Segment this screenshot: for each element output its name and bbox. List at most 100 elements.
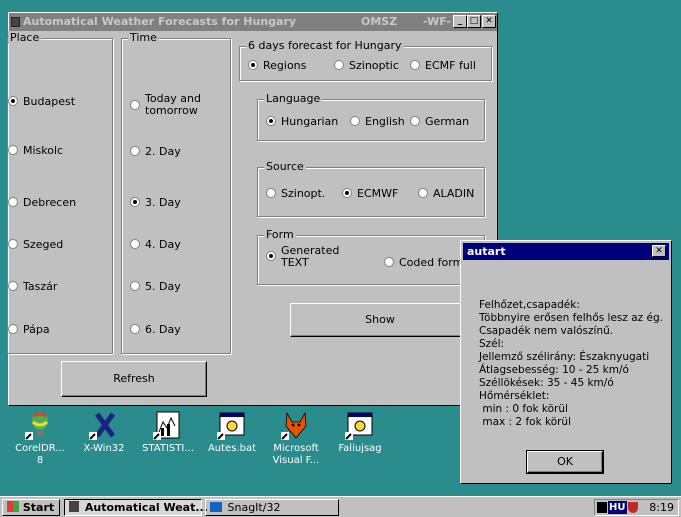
radio-label: Szeged <box>23 238 64 251</box>
batch-file-icon <box>345 410 375 440</box>
message-line: max : 2 fok körül <box>479 416 572 428</box>
radio-icon <box>266 188 276 198</box>
tray-shield-icon[interactable] <box>628 502 638 513</box>
visual-foxpro-icon <box>281 410 311 440</box>
message-line: Többnyire erősen felhős lesz az ég. <box>479 312 663 324</box>
language-radio-english[interactable]: English <box>350 115 405 128</box>
radio-label: 4. Day <box>145 238 181 251</box>
radio-label: Debrecen <box>23 196 77 209</box>
place-radio-budapest[interactable]: Budapest <box>8 95 75 108</box>
desktop-icon-label: CorelDR... <box>15 443 65 454</box>
show-button[interactable]: Show <box>290 303 470 337</box>
refresh-button[interactable]: Refresh <box>61 361 207 397</box>
form-group: Form Generated TEXT Coded form <box>257 228 485 285</box>
desktop-icon-x-win32[interactable]: X-Win32 <box>68 410 140 455</box>
radio-icon <box>410 60 420 70</box>
title-wf: -WF- <box>423 15 451 28</box>
minimize-button[interactable]: _ <box>453 15 467 28</box>
radio-icon <box>130 281 140 291</box>
radio-label-today: Today and tomorrow <box>145 93 201 117</box>
time-group: Time Today and tomorrow 2. Day 3. Day 4.… <box>121 31 231 354</box>
language-group: Language Hungarian English German <box>257 92 485 141</box>
source-radio-aladin[interactable]: ALADIN <box>418 187 474 200</box>
dialog-message: Felhőzet,csapadék: Többnyire erősen felh… <box>479 299 663 429</box>
radio-icon <box>130 239 140 249</box>
radio-icon <box>384 257 394 267</box>
desktop-icon-statistica[interactable]: STATISTI... <box>132 410 204 455</box>
radio-icon <box>130 324 140 334</box>
main-title-bar[interactable]: Automatical Weather Forecasts for Hungar… <box>9 13 497 31</box>
dialog-title: autart <box>467 245 506 258</box>
radio-selected-icon <box>248 60 258 70</box>
time-radio-day6[interactable]: 6. Day <box>130 323 181 336</box>
taskbar-item-label: SnagIt/32 <box>227 501 281 514</box>
desktop-icon-label: X-Win32 <box>83 443 125 454</box>
radio-label: Taszár <box>23 280 58 293</box>
place-radio-miskolc[interactable]: Miskolc <box>8 144 63 157</box>
desktop-icon-label: Microsoft <box>273 443 319 454</box>
ok-button[interactable]: OK <box>526 450 604 474</box>
forecast6-legend: 6 days forecast for Hungary <box>246 39 404 52</box>
dialog-title-bar[interactable]: autart ✕ <box>463 243 669 260</box>
forecast6-radio-szinoptic[interactable]: Szinoptic <box>334 59 399 72</box>
radio-icon <box>8 281 18 291</box>
dialog-close-button[interactable]: ✕ <box>652 245 666 257</box>
batch-file-icon <box>217 410 247 440</box>
taskbar-item-weather[interactable]: Automatical Weat... <box>64 499 208 516</box>
maximize-button[interactable]: □ <box>467 15 481 28</box>
form-legend: Form <box>264 228 296 241</box>
system-tray: HU 8:19 <box>594 499 679 516</box>
radio-selected-icon <box>130 197 140 207</box>
source-radio-ecmwf[interactable]: ECMWF <box>342 187 398 200</box>
desktop-icon-autes-bat[interactable]: Autes.bat <box>196 410 268 455</box>
form-radio-generated-text[interactable]: Generated TEXT <box>266 245 339 269</box>
message-line: Átlagsebesség: 10 - 25 km/ó <box>479 364 629 376</box>
tray-language-indicator[interactable]: HU <box>608 501 627 514</box>
radio-selected-icon <box>8 96 18 106</box>
message-line: Hőmérséklet: <box>479 390 550 402</box>
radio-label: Budapest <box>23 95 76 108</box>
desktop-icon-label: Faliujsag <box>338 443 382 454</box>
forecast6-radio-regions[interactable]: Regions <box>248 59 306 72</box>
radio-icon <box>410 116 420 126</box>
radio-label: ECMF full <box>425 59 476 72</box>
forecast6-radio-ecmf-full[interactable]: ECMF full <box>410 59 476 72</box>
desktop-icon-faliujsag[interactable]: Faliujsag <box>324 410 396 455</box>
radio-icon <box>130 146 140 156</box>
message-line: min : 0 fok körül <box>479 403 568 415</box>
place-radio-taszar[interactable]: Taszár <box>8 280 57 293</box>
source-legend: Source <box>264 160 306 173</box>
time-radio-day3[interactable]: 3. Day <box>130 196 181 209</box>
place-legend: Place <box>8 31 42 44</box>
radio-icon <box>8 324 18 334</box>
message-line: Felhőzet,csapadék: <box>479 299 580 311</box>
message-line: Jellemző szélirány: Északnyugati <box>479 351 650 363</box>
place-radio-szeged[interactable]: Szeged <box>8 238 63 251</box>
tray-network-icon[interactable] <box>597 502 607 513</box>
close-button[interactable]: ✕ <box>482 15 496 28</box>
language-radio-german[interactable]: German <box>410 115 469 128</box>
coreldraw-balloon-icon <box>25 410 55 440</box>
app-icon <box>11 17 20 27</box>
radio-label: Regions <box>263 59 307 72</box>
desktop-icon-coreldraw[interactable]: CorelDR... 8 <box>4 410 76 467</box>
time-radio-day5[interactable]: 5. Day <box>130 280 181 293</box>
radio-label: 2. Day <box>145 145 181 158</box>
radio-label: Szinopt. <box>281 187 326 200</box>
time-radio-today[interactable]: Today and tomorrow <box>130 93 201 117</box>
form-radio-coded[interactable]: Coded form <box>384 256 463 269</box>
desktop-icon-label: 8 <box>36 455 44 466</box>
clock: 8:19 <box>649 501 674 514</box>
place-radio-papa[interactable]: Pápa <box>8 323 50 336</box>
desktop-icon-visual-foxpro[interactable]: Microsoft Visual F... <box>260 410 332 467</box>
taskbar-item-label: Automatical Weat... <box>84 501 208 514</box>
desktop-icon-label: Autes.bat <box>207 443 257 454</box>
place-radio-debrecen[interactable]: Debrecen <box>8 196 76 209</box>
start-button[interactable]: Start <box>2 499 60 516</box>
source-radio-szinopt[interactable]: Szinopt. <box>266 187 325 200</box>
language-radio-hungarian[interactable]: Hungarian <box>266 115 338 128</box>
radio-icon <box>8 239 18 249</box>
taskbar-item-snagit[interactable]: SnagIt/32 <box>205 499 339 516</box>
time-radio-day4[interactable]: 4. Day <box>130 238 181 251</box>
time-radio-day2[interactable]: 2. Day <box>130 145 181 158</box>
